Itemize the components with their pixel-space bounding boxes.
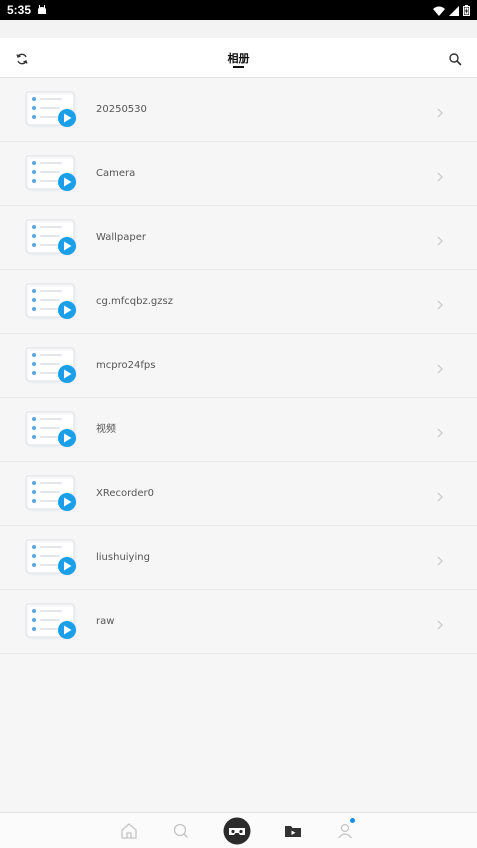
album-name: Wallpaper — [96, 232, 147, 243]
chevron-right-icon — [435, 424, 445, 438]
album-name: raw — [96, 616, 115, 627]
search-icon[interactable] — [447, 51, 463, 67]
chevron-right-icon — [435, 360, 445, 374]
video-album-icon — [24, 346, 80, 386]
album-name: mcpro24fps — [96, 360, 156, 371]
vr-glasses-icon[interactable] — [222, 813, 252, 848]
video-album-icon — [24, 218, 80, 258]
album-name: 视频 — [96, 424, 116, 435]
video-album-icon — [24, 474, 80, 514]
app-header: 相册 — [0, 38, 477, 78]
home-icon[interactable] — [114, 813, 144, 848]
album-row[interactable]: liushuiying — [0, 526, 477, 590]
video-album-icon — [24, 90, 80, 130]
status-time: 5:35 — [7, 3, 32, 17]
album-name: Camera — [96, 168, 136, 179]
top-spacer — [0, 20, 477, 38]
video-album-icon — [24, 154, 80, 194]
video-album-icon — [24, 602, 80, 642]
chevron-right-icon — [435, 104, 445, 118]
album-name: 20250530 — [96, 104, 147, 115]
status-bar: 5:35 — [0, 0, 477, 20]
album-row[interactable]: cg.mfcqbz.gzsz — [0, 270, 477, 334]
wifi-icon — [433, 1, 445, 20]
chevron-right-icon — [435, 168, 445, 182]
album-name: XRecorder0 — [96, 488, 155, 499]
video-album-icon — [24, 538, 80, 578]
video-album-icon — [24, 282, 80, 322]
album-row[interactable]: raw — [0, 590, 477, 654]
album-name: cg.mfcqbz.gzsz — [96, 296, 173, 307]
album-row[interactable]: XRecorder0 — [0, 462, 477, 526]
bottom-nav — [0, 812, 477, 848]
chevron-right-icon — [435, 552, 445, 566]
album-row[interactable]: 视频 — [0, 398, 477, 462]
page-title: 相册 — [227, 52, 250, 65]
video-album-icon — [24, 410, 80, 450]
chevron-right-icon — [435, 616, 445, 630]
video-folder-icon[interactable] — [278, 813, 308, 848]
album-list: 20250530 Camera Wallpaper cg.mfcqbz.gzsz… — [0, 78, 477, 654]
discover-search-icon[interactable] — [166, 813, 196, 848]
album-name: liushuiying — [96, 552, 150, 563]
chevron-right-icon — [435, 232, 445, 246]
signal-icon — [449, 1, 459, 20]
title-underline — [233, 66, 244, 68]
album-row[interactable]: mcpro24fps — [0, 334, 477, 398]
android-notification-icon — [37, 5, 47, 15]
notification-dot — [350, 818, 355, 823]
profile-icon[interactable] — [330, 813, 360, 848]
chevron-right-icon — [435, 488, 445, 502]
album-row[interactable]: Wallpaper — [0, 206, 477, 270]
chevron-right-icon — [435, 296, 445, 310]
album-row[interactable]: 20250530 — [0, 78, 477, 142]
album-row[interactable]: Camera — [0, 142, 477, 206]
battery-icon — [463, 1, 470, 20]
